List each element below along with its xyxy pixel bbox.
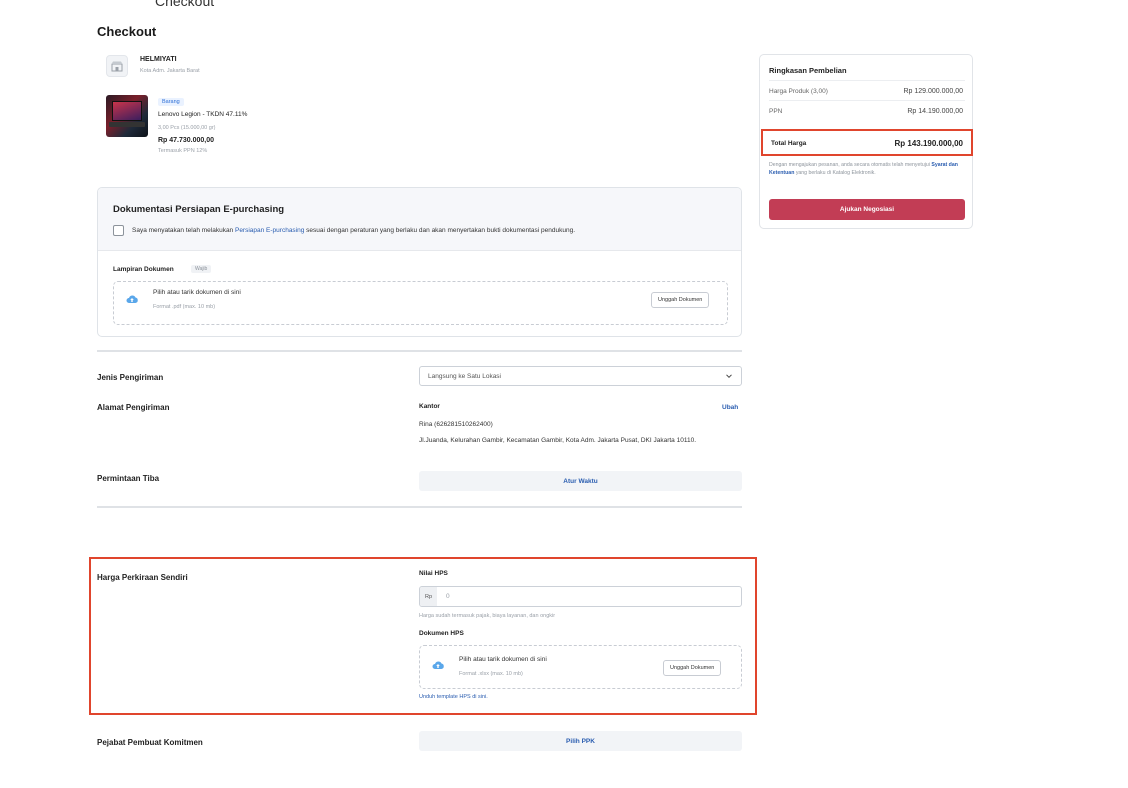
product-quantity: 3,00 Pcs (15.000,00 gr) (158, 125, 216, 131)
download-hps-template-link[interactable]: Unduh template HPS di sini. (419, 694, 488, 700)
documentation-dropzone[interactable]: Pilih atau tarik dokumen di sini Format … (113, 281, 728, 325)
documentation-statement: Saya menyatakan telah melakukan Persiapa… (132, 227, 575, 234)
product-name[interactable]: Lenovo Legion - TKDN 47.11% (158, 111, 247, 118)
cloud-upload-icon (432, 661, 444, 669)
product-tax-note: Termasuk PPN 12% (158, 148, 208, 154)
dropzone-format: Format .pdf (max. 10 mb) (153, 304, 216, 310)
product-price-value: Rp 129.000.000,00 (903, 88, 963, 95)
persiapan-e-purchasing-link[interactable]: Persiapan E-purchasing (235, 227, 304, 234)
total-price-value: Rp 143.190.000,00 (894, 139, 964, 148)
product-price-label: Harga Produk (3,00) (769, 88, 828, 95)
ppk-label: Pejabat Pembuat Komitmen (97, 738, 203, 747)
shipping-type-select[interactable]: Langsung ke Satu Lokasi (419, 366, 742, 386)
hps-value-input[interactable]: Rp 0 (419, 586, 742, 607)
submit-negotiation-button[interactable]: Ajukan Negosiasi (769, 199, 965, 220)
documentation-title: Dokumentasi Persiapan E-purchasing (113, 204, 285, 215)
chevron-down-icon (726, 374, 732, 379)
currency-prefix: Rp (420, 587, 437, 606)
hps-section-label: Harga Perkiraan Sendiri (97, 573, 188, 582)
dropzone-title: Pilih atau tarik dokumen di sini (153, 289, 241, 296)
address-recipient: Rina (626281510262400) (419, 421, 493, 428)
documentation-checkbox[interactable] (113, 225, 124, 236)
purchase-summary-card: Ringkasan Pembelian Harga Produk (3,00) … (759, 54, 973, 229)
hps-dropzone[interactable]: Pilih atau tarik dokumen di sini Format … (419, 645, 742, 689)
terms-note-before: Dengan mengajukan pesanan, anda secara o… (769, 162, 932, 168)
required-badge: Wajib (191, 265, 212, 273)
documentation-card-header (98, 188, 741, 251)
store-icon (106, 55, 128, 77)
statement-text-before: Saya menyatakan telah melakukan (132, 227, 235, 234)
statement-text-after: sesuai dengan peraturan yang berlaku dan… (304, 227, 576, 234)
shipping-type-label: Jenis Pengiriman (97, 373, 164, 382)
documentation-card: Dokumentasi Persiapan E-purchasing Saya … (97, 187, 742, 337)
address-title: Kantor (419, 403, 440, 410)
upload-document-button[interactable]: Unggah Dokumen (651, 292, 710, 308)
product-price: Rp 47.730.000,00 (158, 137, 215, 144)
total-price-label: Total Harga (771, 140, 807, 147)
shipping-type-value: Langsung ke Satu Lokasi (428, 373, 501, 380)
total-price-highlight: Total Harga Rp 143.190.000,00 (761, 129, 973, 156)
product-type-badge: Barang (158, 98, 184, 106)
edit-address-link[interactable]: Ubah (722, 404, 738, 411)
shipping-address-label: Alamat Pengiriman (97, 403, 170, 412)
terms-note-after: yang berlaku di Katalog Elektronik. (794, 169, 876, 176)
page-title: Checkout (97, 24, 157, 39)
hps-value-placeholder: 0 (446, 593, 450, 600)
product-image (106, 95, 148, 137)
dropzone-format: Format .xlsx (max. 10 mb) (459, 671, 523, 677)
section-divider (97, 350, 742, 352)
section-divider (97, 506, 742, 508)
hps-document-label: Dokumen HPS (419, 630, 464, 637)
summary-title: Ringkasan Pembelian (769, 66, 847, 75)
hps-help-text: Harga sudah termasuk pajak, biaya layana… (419, 613, 556, 619)
summary-divider (769, 80, 965, 81)
upload-hps-document-button[interactable]: Unggah Dokumen (663, 660, 722, 676)
cloud-upload-icon (126, 295, 138, 303)
seller-location: Kota Adm. Jakarta Barat (140, 68, 200, 74)
tax-value: Rp 14.190.000,00 (907, 108, 963, 115)
select-ppk-button[interactable]: Pilih PPK (419, 731, 742, 751)
attachment-label: Lampiran Dokumen (113, 266, 174, 273)
tax-label: PPN (769, 108, 783, 115)
address-detail: Jl.Juanda, Kelurahan Gambir, Kecamatan G… (419, 437, 696, 444)
terms-note: Dengan mengajukan pesanan, anda secara o… (769, 162, 959, 177)
dropzone-title: Pilih atau tarik dokumen di sini (459, 656, 547, 663)
arrival-request-label: Permintaan Tiba (97, 474, 160, 483)
seller-name[interactable]: HELMIYATI (140, 56, 177, 63)
hps-value-label: Nilai HPS (419, 570, 448, 577)
breadcrumb-current: Checkout (155, 0, 215, 9)
set-time-button[interactable]: Atur Waktu (419, 471, 742, 491)
summary-divider (769, 100, 965, 101)
